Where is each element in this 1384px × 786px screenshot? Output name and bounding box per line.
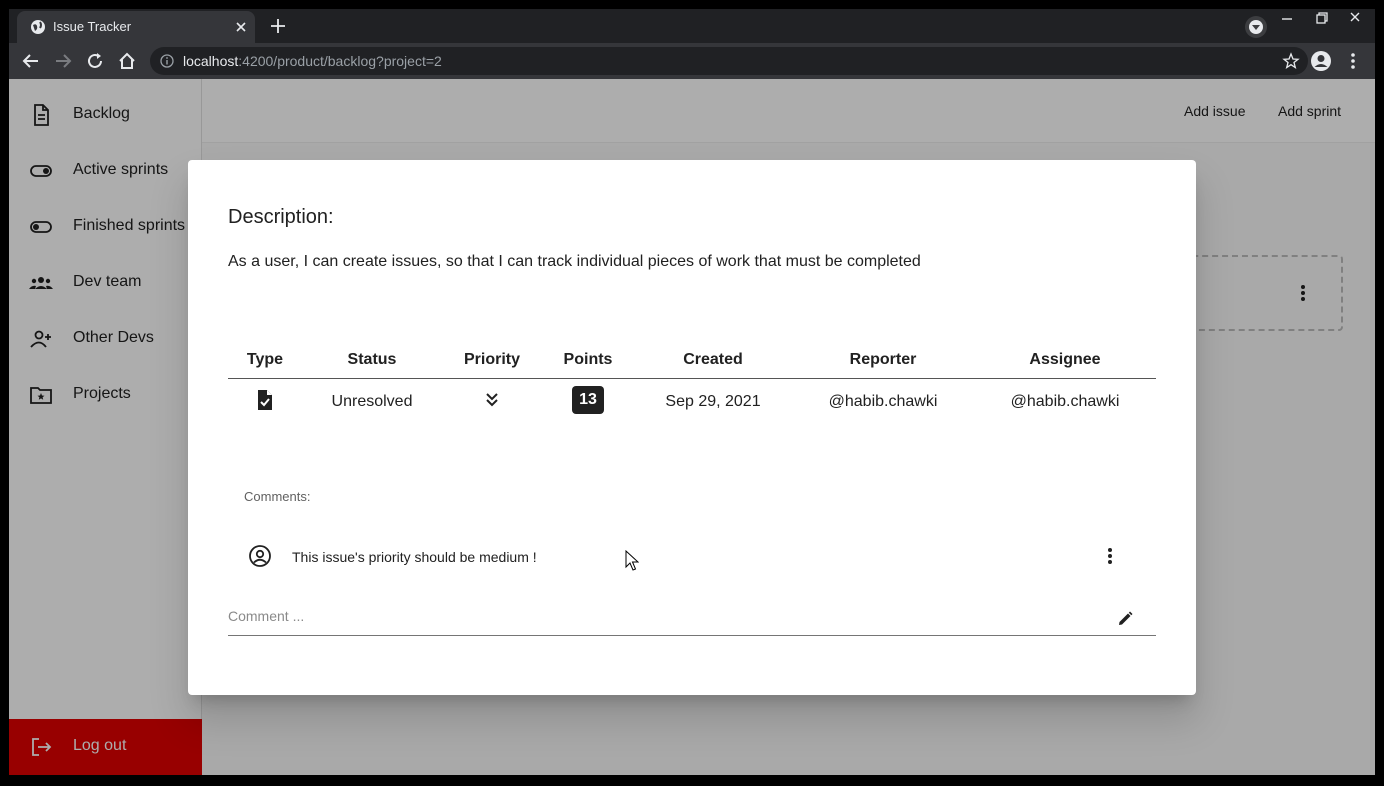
url-host: localhost: [183, 53, 239, 69]
comments-label: Comments:: [244, 489, 311, 504]
url-path: :4200/product/backlog?project=2: [238, 53, 442, 69]
browser-toolbar: localhost:4200/product/backlog?project=2: [9, 43, 1375, 79]
tab-title: Issue Tracker: [53, 19, 132, 34]
pencil-icon[interactable]: [1116, 610, 1134, 628]
double-chevron-down-icon: [486, 393, 498, 407]
comment-field: [228, 600, 1156, 636]
header-assignee: Assignee: [1029, 351, 1101, 368]
issue-assignee: @habib.chawki: [1010, 393, 1120, 410]
restore-icon: [1316, 12, 1328, 24]
minimize-button[interactable]: [1275, 9, 1299, 27]
table-divider: [228, 378, 1156, 379]
more-vert-icon[interactable]: [1345, 50, 1361, 72]
more-vert-icon[interactable]: [1100, 546, 1120, 566]
header-status: Status: [347, 351, 397, 368]
url-text: localhost:4200/product/backlog?project=2: [183, 53, 442, 69]
issue-dialog: Description: As a user, I can create iss…: [188, 160, 1196, 695]
browser-tab[interactable]: Issue Tracker: [17, 11, 255, 43]
dialog-title: Description:: [228, 206, 334, 228]
header-priority: Priority: [463, 351, 521, 368]
comment-input[interactable]: [228, 608, 1088, 624]
window-controls: [1275, 9, 1367, 27]
tab-strip: Issue Tracker: [9, 9, 1375, 43]
issue-created-date: Sep 29, 2021: [665, 393, 761, 410]
points-badge: 13: [572, 386, 604, 414]
issue-reporter: @habib.chawki: [828, 393, 938, 410]
header-points: Points: [563, 351, 613, 368]
plus-icon[interactable]: [269, 17, 287, 35]
reload-icon[interactable]: [84, 50, 106, 72]
profile-icon[interactable]: [1310, 50, 1332, 72]
header-created: Created: [683, 351, 743, 368]
close-icon: [1350, 12, 1360, 22]
comment-item: This issue's priority should be medium !: [244, 534, 1140, 580]
task-document-icon: [258, 390, 272, 410]
address-bar[interactable]: localhost:4200/product/backlog?project=2: [150, 47, 1308, 75]
close-icon[interactable]: [233, 19, 249, 35]
restore-button[interactable]: [1309, 9, 1333, 27]
issue-status: Unresolved: [331, 393, 413, 410]
minimize-icon: [1282, 18, 1292, 20]
back-arrow-icon[interactable]: [20, 50, 42, 72]
header-reporter: Reporter: [849, 351, 917, 368]
star-icon[interactable]: [1282, 52, 1300, 70]
info-icon[interactable]: [160, 54, 174, 68]
mouse-cursor-icon: [625, 550, 639, 571]
header-type: Type: [246, 351, 284, 368]
close-window-button[interactable]: [1343, 9, 1367, 27]
account-circle-icon: [249, 545, 271, 567]
issue-info-table: Type Status Priority Points Created Repo…: [228, 341, 1156, 431]
home-icon[interactable]: [116, 50, 138, 72]
globe-icon: [31, 20, 45, 34]
issue-description: As a user, I can create issues, so that …: [228, 253, 921, 270]
comment-text: This issue's priority should be medium !: [292, 549, 537, 565]
tab-search-button[interactable]: [1245, 16, 1267, 38]
forward-arrow-icon[interactable]: [52, 50, 74, 72]
browser-window: Issue Tracker localhost:4200/product/bac…: [9, 9, 1375, 775]
chevron-down-icon: [1249, 20, 1263, 34]
